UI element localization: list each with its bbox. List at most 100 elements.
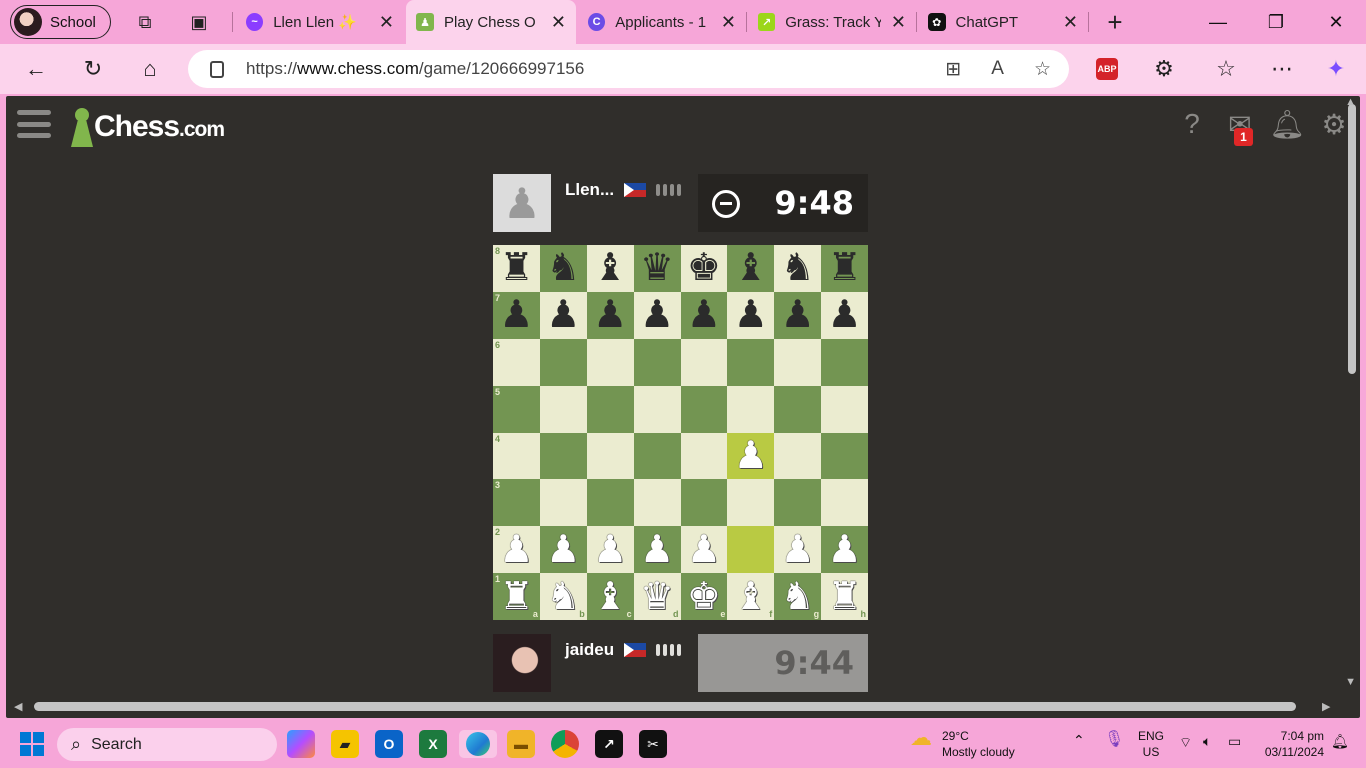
- vertical-scrollbar[interactable]: [1348, 104, 1356, 374]
- square-f5[interactable]: [727, 385, 775, 433]
- black-knight-icon[interactable]: ♞: [546, 249, 580, 287]
- more-icon[interactable]: ⋯: [1268, 55, 1296, 83]
- stocks-app-icon[interactable]: ↗: [595, 730, 623, 758]
- square-a5[interactable]: 5: [493, 385, 540, 433]
- show-hidden-icon[interactable]: ⌃: [1073, 732, 1085, 748]
- square-g4[interactable]: [774, 432, 822, 480]
- square-b1[interactable]: ♞ b: [539, 573, 587, 620]
- black-rook-icon[interactable]: ♜: [499, 249, 533, 287]
- square-d4[interactable]: [633, 432, 681, 480]
- help-icon[interactable]: ?: [1176, 108, 1208, 140]
- close-icon[interactable]: ✕: [721, 12, 736, 33]
- white-rook-icon[interactable]: ♜: [828, 578, 862, 616]
- square-h7[interactable]: ♟: [821, 291, 868, 339]
- tab-grass[interactable]: ↗ Grass: Track Your ✕: [748, 0, 916, 44]
- square-f6[interactable]: [727, 338, 775, 386]
- square-h3[interactable]: [821, 479, 868, 527]
- player-name[interactable]: jaideu: [565, 640, 614, 660]
- back-icon[interactable]: ←: [22, 55, 50, 83]
- black-king-icon[interactable]: ♚: [687, 249, 721, 287]
- white-knight-icon[interactable]: ♞: [546, 578, 580, 616]
- square-g5[interactable]: [774, 385, 822, 433]
- restore-icon[interactable]: ❐: [1262, 8, 1290, 36]
- notifications-icon[interactable]: 🔔︎: [1331, 733, 1349, 749]
- taskbar-search[interactable]: ⌕ Search: [57, 728, 277, 761]
- outlook-icon[interactable]: O: [375, 730, 403, 758]
- square-a4[interactable]: 4: [493, 432, 540, 480]
- profile-button[interactable]: School: [10, 5, 111, 39]
- square-b2[interactable]: ♟: [539, 526, 587, 574]
- scroll-left-icon[interactable]: ◀: [14, 700, 22, 713]
- apps-icon[interactable]: ⊞: [945, 58, 961, 81]
- square-g8[interactable]: ♞: [774, 245, 822, 292]
- square-h4[interactable]: [821, 432, 868, 480]
- weather-widget[interactable]: 29°C Mostly cloudy: [942, 728, 1015, 760]
- square-g2[interactable]: ♟: [774, 526, 822, 574]
- square-b4[interactable]: [539, 432, 587, 480]
- menu-icon[interactable]: [17, 110, 51, 138]
- square-d5[interactable]: [633, 385, 681, 433]
- square-g6[interactable]: [774, 338, 822, 386]
- square-g3[interactable]: [774, 479, 822, 527]
- file-explorer-icon[interactable]: ▬: [507, 730, 535, 758]
- black-pawn-icon[interactable]: ♟: [499, 296, 533, 334]
- chess-logo[interactable]: Chess.com: [70, 104, 225, 148]
- black-rook-icon[interactable]: ♜: [828, 249, 862, 287]
- edge-icon[interactable]: [459, 730, 497, 758]
- battery-icon[interactable]: ▭: [1228, 733, 1241, 749]
- white-pawn-icon[interactable]: ♟: [593, 531, 627, 569]
- address-bar[interactable]: https://www.chess.com/game/120666997156 …: [188, 50, 1069, 88]
- settings-gear-icon[interactable]: ⚙: [1318, 108, 1350, 140]
- square-c5[interactable]: [586, 385, 634, 433]
- tab-chess[interactable]: ♟ Play Chess Online ✕: [406, 0, 576, 44]
- bell-icon[interactable]: 🔔︎: [1269, 108, 1305, 140]
- lock-icon[interactable]: [210, 60, 224, 78]
- square-e4[interactable]: [680, 432, 728, 480]
- square-d2[interactable]: ♟: [633, 526, 681, 574]
- black-pawn-icon[interactable]: ♟: [687, 296, 721, 334]
- black-pawn-icon[interactable]: ♟: [546, 296, 580, 334]
- player-avatar[interactable]: [493, 634, 551, 692]
- square-b8[interactable]: ♞: [539, 245, 587, 292]
- black-pawn-icon[interactable]: ♟: [781, 296, 815, 334]
- horizontal-scrollbar[interactable]: [34, 702, 1296, 711]
- favorites-icon[interactable]: ☆: [1212, 55, 1240, 83]
- white-knight-icon[interactable]: ♞: [781, 578, 815, 616]
- square-f2[interactable]: [727, 526, 775, 574]
- square-d1[interactable]: ♛ d: [633, 573, 681, 620]
- chess-board[interactable]: ♜ 8 ♞ ♝ ♛ ♚ ♝ ♞ ♜ ♟ 7 ♟ ♟ ♟ ♟ ♟ ♟ ♟ 6 5 4 ♟ 3 ♟ 2 ♟ ♟ ♟ ♟ ♟ ♟ ♜ 1 a ♞ b ♝ c ♛ d…: [493, 245, 868, 620]
- black-pawn-icon[interactable]: ♟: [828, 296, 862, 334]
- square-f3[interactable]: [727, 479, 775, 527]
- copilot-icon[interactable]: ✦: [1322, 55, 1350, 83]
- square-c4[interactable]: [586, 432, 634, 480]
- excel-icon[interactable]: X: [419, 730, 447, 758]
- square-g7[interactable]: ♟: [774, 291, 822, 339]
- favorite-star-icon[interactable]: ☆: [1034, 58, 1051, 81]
- tab-chatgpt[interactable]: ✿ ChatGPT ✕: [918, 0, 1088, 44]
- square-a7[interactable]: ♟ 7: [493, 291, 540, 339]
- workspaces-icon[interactable]: ⧉: [133, 10, 157, 34]
- scroll-down-icon[interactable]: ▼: [1345, 676, 1356, 688]
- windows-start-icon[interactable]: [20, 732, 44, 756]
- square-h6[interactable]: [821, 338, 868, 386]
- white-pawn-icon[interactable]: ♟: [781, 531, 815, 569]
- read-aloud-icon[interactable]: A: [991, 58, 1004, 81]
- square-a2[interactable]: ♟ 2: [493, 526, 540, 574]
- extensions-icon[interactable]: ⚙: [1150, 55, 1178, 83]
- square-f8[interactable]: ♝: [727, 245, 775, 292]
- black-bishop-icon[interactable]: ♝: [593, 249, 627, 287]
- square-f4[interactable]: ♟: [727, 432, 775, 480]
- square-d7[interactable]: ♟: [633, 291, 681, 339]
- square-e5[interactable]: [680, 385, 728, 433]
- close-icon[interactable]: ✕: [1063, 12, 1078, 33]
- chrome-icon[interactable]: [551, 730, 579, 758]
- white-pawn-icon[interactable]: ♟: [640, 531, 674, 569]
- square-e8[interactable]: ♚: [680, 245, 728, 292]
- square-h5[interactable]: [821, 385, 868, 433]
- wifi-icon[interactable]: ⌔: [1179, 734, 1192, 750]
- square-b7[interactable]: ♟: [539, 291, 587, 339]
- close-icon[interactable]: ✕: [379, 12, 394, 33]
- square-c6[interactable]: [586, 338, 634, 386]
- black-bishop-icon[interactable]: ♝: [734, 249, 768, 287]
- white-queen-icon[interactable]: ♛: [640, 578, 674, 616]
